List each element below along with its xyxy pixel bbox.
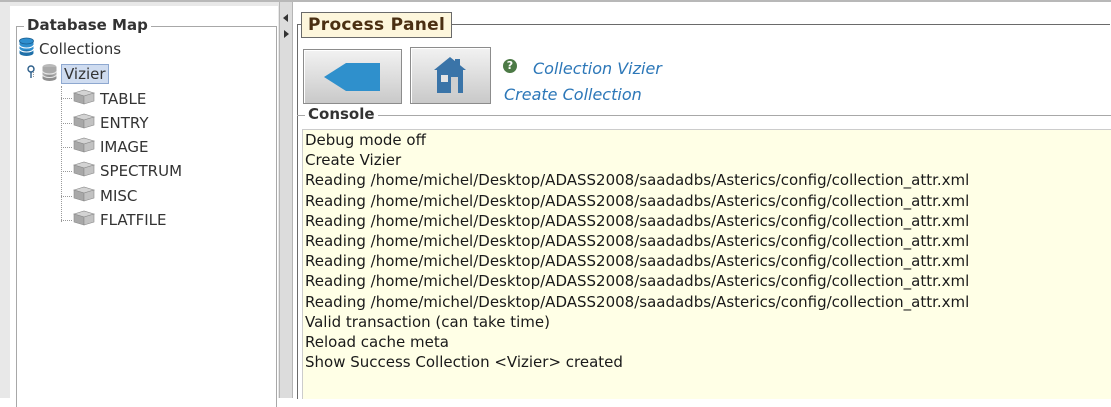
tree-node-collections[interactable]: Collections [18, 37, 122, 61]
tree-node-flatfile[interactable]: FLATFILE [72, 209, 166, 231]
database-map-panel: Database Map Collections Vizier TABLE EN… [10, 6, 278, 407]
console-line: Reading /home/michel/Desktop/ADASS2008/s… [305, 171, 970, 190]
tree-node-vizier[interactable]: Vizier [25, 63, 109, 85]
cube-icon [72, 210, 96, 230]
home-button[interactable] [410, 47, 491, 104]
console-line: Reading /home/michel/Desktop/ADASS2008/s… [305, 232, 970, 251]
nav-collection-title[interactable]: Collection Vizier [533, 59, 662, 78]
tree-node-image[interactable]: IMAGE [72, 136, 148, 158]
console-frame [297, 115, 1111, 116]
tree-node-label: ENTRY [100, 114, 149, 132]
tree-node-label: Collections [39, 40, 122, 58]
nav-action-subtitle[interactable]: Create Collection [504, 85, 642, 104]
tree-connector [61, 196, 72, 197]
console-line: Reading /home/michel/Desktop/ADASS2008/s… [305, 252, 970, 271]
cube-icon [72, 161, 96, 181]
console-line: Valid transaction (can take time) [305, 312, 550, 331]
process-panel-title: Process Panel [301, 12, 453, 38]
tree-node-label: TABLE [100, 90, 147, 108]
console-line: Reading /home/michel/Desktop/ADASS2008/s… [305, 211, 970, 230]
process-panel: Process Panel ? Collection Vizier Create… [293, 2, 1111, 399]
back-button[interactable] [303, 49, 402, 104]
tree-node-label: SPECTRUM [100, 162, 183, 180]
tree-node-label: MISC [100, 187, 138, 205]
tree-connector [61, 86, 62, 222]
console-line: Reload cache meta [305, 333, 449, 352]
split-pane-divider[interactable] [279, 2, 293, 398]
database-stack-icon [18, 37, 35, 61]
tree-node-misc[interactable]: MISC [72, 185, 137, 207]
console-line: Debug mode off [305, 131, 426, 149]
tree-node-table[interactable]: TABLE [72, 88, 146, 110]
tree-node-entry[interactable]: ENTRY [72, 112, 149, 134]
tree-connector [61, 171, 72, 172]
tree-connector [61, 98, 72, 99]
console-line: Reading /home/michel/Desktop/ADASS2008/s… [305, 272, 970, 291]
console-title: Console [305, 105, 378, 123]
collapse-left-arrow-icon[interactable] [283, 14, 288, 22]
cube-icon [72, 89, 96, 109]
console-line: Reading /home/michel/Desktop/ADASS2008/s… [305, 191, 970, 210]
back-arrow-icon [324, 63, 380, 91]
expand-handle-icon[interactable] [25, 64, 37, 84]
expand-right-arrow-icon[interactable] [284, 30, 289, 38]
info-icon: ? [503, 59, 517, 73]
cube-icon [72, 113, 96, 133]
tree-node-label: IMAGE [100, 138, 149, 156]
tree-connector [61, 220, 72, 221]
home-icon [434, 57, 466, 93]
database-map-title: Database Map [24, 16, 151, 34]
database-icon [41, 63, 58, 86]
tree-node-label: Vizier [61, 64, 109, 84]
cube-icon [72, 137, 96, 157]
console-line: Reading /home/michel/Desktop/ADASS2008/s… [305, 292, 970, 311]
console-line: Create Vizier [305, 151, 402, 170]
tree-node-spectrum[interactable]: SPECTRUM [72, 160, 182, 182]
tree-connector [61, 123, 72, 124]
cube-icon [72, 186, 96, 206]
console-log[interactable]: Debug mode off Create Vizier Reading /ho… [302, 129, 1111, 399]
console-line: Show Success Collection <Vizier> created [305, 353, 623, 372]
tree-node-label: FLATFILE [100, 211, 167, 229]
application-window: Database Map Collections Vizier TABLE EN… [0, 0, 1111, 407]
tree-connector [61, 147, 72, 148]
